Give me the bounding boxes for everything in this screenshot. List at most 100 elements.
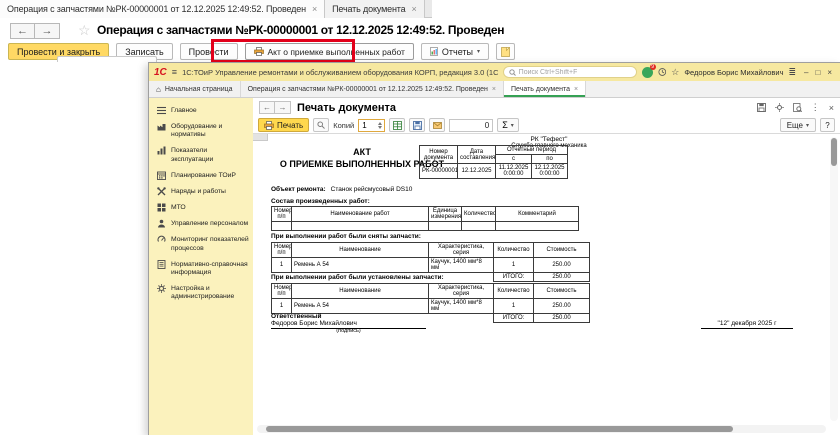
tab-print-document[interactable]: Печать документа ×	[504, 81, 586, 97]
sidebar-item-mto[interactable]: МТО	[149, 200, 253, 216]
service-menu-icon[interactable]: ≣	[788, 67, 796, 78]
save-copy-button[interactable]	[409, 118, 425, 132]
close-icon[interactable]: ×	[412, 4, 417, 14]
horizontal-scrollbar[interactable]	[257, 425, 826, 433]
stepper-arrows-icon[interactable]	[378, 122, 384, 129]
post-button[interactable]: Провести	[180, 43, 238, 60]
report-icon	[430, 47, 438, 56]
tab-operation[interactable]: Операция с запчастями №РК-00000001 от 12…	[241, 81, 504, 97]
envelope-icon	[433, 122, 442, 129]
forward-button[interactable]: →	[35, 23, 60, 39]
tab-home[interactable]: ⌂ Начальная страница	[149, 81, 241, 97]
favorites-star-icon[interactable]: ☆	[671, 67, 679, 78]
reports-button[interactable]: Отчеты ▾	[421, 43, 489, 60]
back-button[interactable]: ←	[10, 23, 35, 39]
doc-removed-section-label: При выполнении работ были сняты запчасти…	[271, 233, 421, 240]
tab-home-label: Начальная страница	[165, 86, 233, 93]
maximize-button[interactable]: □	[815, 68, 820, 77]
person-icon	[157, 219, 166, 228]
sum-button[interactable]: Σ ▾	[497, 118, 519, 132]
sidebar-item-planning[interactable]: Планирование ТОиР	[149, 168, 253, 184]
printer-icon	[254, 47, 264, 56]
sidebar-item-settings-admin[interactable]: Настройка и администрирование	[149, 281, 253, 305]
minimize-button[interactable]: –	[804, 68, 808, 77]
doc-signature-caption: (подпись)	[271, 328, 426, 334]
tab-print-label: Печать документа	[511, 86, 570, 93]
bar-chart-icon	[157, 146, 166, 155]
doc-date-footer: "12" декабря 2025 г	[701, 320, 793, 329]
vertical-scroll-thumb[interactable]	[831, 138, 837, 166]
current-user[interactable]: Федоров Борис Михайлович	[684, 68, 783, 77]
more-dots-icon[interactable]: ⋮	[811, 102, 820, 113]
page-setup-button[interactable]	[389, 118, 405, 132]
gauge-icon	[157, 235, 166, 244]
table-icon	[393, 121, 402, 130]
screen: Операция с запчастями №РК-00000001 от 12…	[0, 0, 840, 435]
overlay-tab-print-label: Печать документа	[332, 4, 405, 14]
yellow-doc-icon	[501, 47, 510, 57]
document-preview: РК "Тефест" Служба главного механика АКТ…	[253, 134, 840, 435]
sigma-icon: Σ	[502, 120, 508, 130]
help-button[interactable]: ?	[820, 118, 835, 132]
sidebar-item-operation-indicators[interactable]: Показатели эксплуатации	[149, 143, 253, 167]
magnifier-icon	[317, 121, 325, 129]
overlay-tab-operation[interactable]: Операция с запчастями №РК-00000001 от 12…	[0, 0, 325, 18]
horizontal-scroll-thumb[interactable]	[266, 426, 733, 432]
1c-logo: 1С	[154, 67, 167, 78]
favorite-star-icon[interactable]: ☆	[78, 22, 91, 39]
save-icon[interactable]	[757, 103, 766, 112]
sidebar-item-reference-info[interactable]: Нормативно-справочная информация	[149, 257, 253, 281]
notifications-icon[interactable]: 9	[642, 67, 653, 78]
diskette-icon	[413, 121, 422, 130]
preview-button[interactable]	[313, 118, 329, 132]
close-icon[interactable]: ×	[312, 4, 317, 14]
print-button[interactable]: Печать	[258, 118, 309, 132]
menu-icon	[157, 106, 166, 115]
doc-organization: РК "Тефест"	[269, 136, 829, 143]
send-email-button[interactable]	[429, 118, 445, 132]
sidebar-item-personnel[interactable]: Управление персоналом	[149, 216, 253, 232]
close-window-button[interactable]: ×	[827, 68, 832, 77]
sidebar-item-work-orders[interactable]: Наряды и работы	[149, 184, 253, 200]
print-toolbar: Печать Копий 1	[253, 117, 840, 134]
doc-header-table: Номер документа Дата составления Отчетны…	[419, 145, 568, 179]
panel-title: Печать документа	[297, 102, 396, 114]
global-search-input[interactable]: Поиск Ctrl+Shift+F	[503, 66, 637, 78]
document-title: Операция с запчастями №РК-00000001 от 12…	[97, 23, 504, 37]
sidebar-item-equipment[interactable]: Оборудование и нормативы	[149, 119, 253, 143]
panel-forward-button[interactable]: →	[275, 101, 291, 114]
settings-gear-icon[interactable]	[775, 103, 784, 112]
sidebar-item-process-monitoring[interactable]: Мониторинг показателей процессов	[149, 232, 253, 256]
main-menu-icon[interactable]: ≡	[172, 67, 177, 77]
sheet-corner	[253, 134, 268, 141]
app-title: 1С:ТОиР Управление ремонтами и обслужива…	[182, 68, 498, 77]
overlay-tab-print[interactable]: Печать документа ×	[325, 0, 425, 18]
close-panel-icon[interactable]: ×	[829, 103, 834, 113]
home-icon: ⌂	[156, 85, 161, 94]
print-panel: ← → Печать документа ⋮ × Пе	[253, 98, 840, 435]
vertical-scrollbar[interactable]	[830, 137, 838, 421]
chevron-down-icon: ▾	[477, 48, 480, 55]
overlay-tab-operation-label: Операция с запчастями №РК-00000001 от 12…	[7, 4, 306, 14]
copies-stepper[interactable]: 1	[358, 119, 385, 132]
window-controls: – □ ×	[804, 68, 832, 77]
panel-header-icons: ⋮ ×	[757, 102, 834, 113]
more-actions-button[interactable]: Еще ▾	[780, 118, 816, 132]
close-icon[interactable]: ×	[492, 86, 496, 93]
reports-label: Отчеты	[442, 47, 473, 57]
doc-installed-section-label: При выполнении работ были установлены за…	[271, 274, 444, 281]
find-in-document-icon[interactable]	[793, 103, 802, 112]
panel-back-button[interactable]: ←	[259, 101, 275, 114]
attachment-button[interactable]	[496, 43, 515, 60]
history-icon[interactable]	[658, 67, 667, 77]
scale-field[interactable]: 0	[449, 119, 493, 132]
close-icon[interactable]: ×	[574, 86, 578, 93]
sidebar: Главное Оборудование и нормативы Показат…	[149, 98, 253, 435]
act-print-button[interactable]: Акт о приемке выполненных работ	[245, 43, 414, 60]
doc-repair-object: Объект ремонта:Станок рейсмусовый DS10	[271, 186, 412, 193]
tools-icon	[157, 187, 166, 196]
app-window: 1С ≡ 1С:ТОиР Управление ремонтами и обсл…	[148, 62, 840, 435]
panel-header: ← → Печать документа ⋮ ×	[253, 98, 840, 117]
sidebar-item-main[interactable]: Главное	[149, 103, 253, 119]
book-icon	[157, 260, 166, 269]
